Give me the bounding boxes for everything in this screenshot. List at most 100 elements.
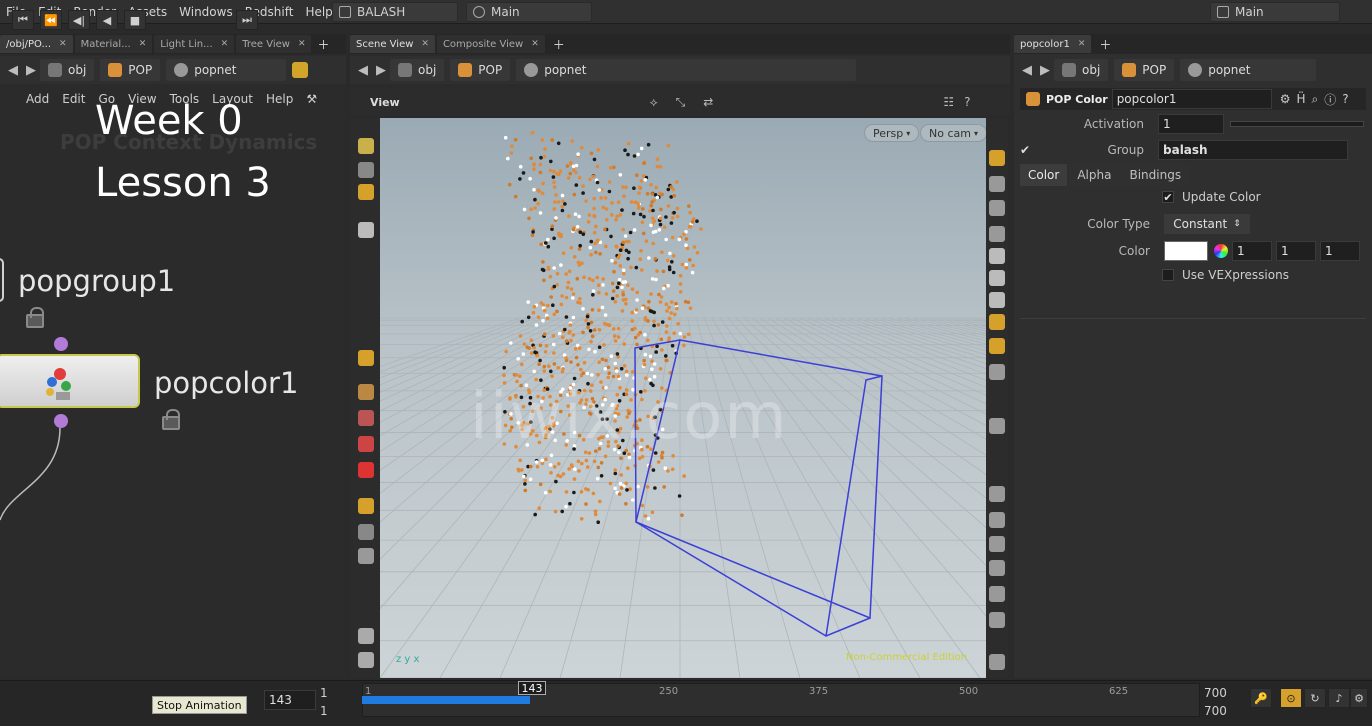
ghost-icon[interactable] (989, 226, 1005, 242)
view-tool-icon[interactable] (358, 524, 374, 540)
settings-icon[interactable]: ⚙ (1350, 688, 1368, 708)
menu-edit[interactable]: Edit (62, 92, 85, 106)
headlight-icon[interactable] (989, 292, 1005, 308)
breadcrumb-popnet[interactable]: popnet (516, 59, 857, 81)
arrow-tool-icon[interactable] (358, 222, 374, 238)
search-icon[interactable]: ⌕ (1311, 92, 1318, 107)
hscript-icon[interactable]: Ḧ (1296, 92, 1305, 106)
camera-menu[interactable]: No cam ▾ (920, 124, 987, 142)
start-frame-top[interactable]: 1 (320, 686, 328, 700)
corner-icon[interactable] (989, 536, 1005, 552)
more-icon[interactable] (989, 654, 1005, 670)
use-vex-checkbox[interactable] (1162, 269, 1174, 281)
menu-add[interactable]: Add (26, 92, 49, 106)
light-icon[interactable] (989, 270, 1005, 286)
tab-composite-view[interactable]: Composite View ✕ (436, 35, 545, 53)
transform-icon[interactable]: ⇄ (703, 95, 713, 109)
back-arrow-icon[interactable]: ◀ (4, 61, 22, 79)
audio-icon[interactable]: ♪ (1328, 688, 1350, 708)
magnet-icon[interactable] (358, 462, 374, 478)
wire-icon[interactable] (989, 314, 1005, 330)
handle-tool-icon[interactable] (358, 350, 374, 366)
activation-field[interactable]: 1 (1158, 114, 1224, 134)
lock-camera-icon[interactable] (989, 200, 1005, 216)
breadcrumb-obj[interactable]: obj (1054, 59, 1109, 81)
popgroup-node[interactable] (0, 258, 4, 302)
tab-color[interactable]: Color (1020, 164, 1068, 186)
group-field[interactable]: balash (1158, 140, 1348, 160)
tab-light-linker[interactable]: Light Lin... ✕ (154, 35, 235, 53)
back-arrow-icon[interactable]: ◀ (354, 61, 372, 79)
persp-menu[interactable]: Persp ▾ (864, 124, 920, 142)
current-frame-field[interactable]: 143 (264, 690, 316, 710)
update-color-checkbox[interactable]: ✔ (1162, 191, 1174, 204)
wrench-icon[interactable]: ⚒ (306, 92, 317, 106)
snap-point-icon[interactable] (358, 410, 374, 426)
info-icon[interactable]: ⓘ (1324, 91, 1336, 108)
right-desk-selector[interactable]: Main (1210, 2, 1340, 22)
menu-windows[interactable]: Windows (173, 5, 239, 19)
add-tab-icon[interactable]: ＋ (317, 36, 329, 53)
jump-end-icon[interactable]: ⏭ (236, 10, 258, 30)
sphere-icon[interactable] (989, 248, 1005, 264)
step-back-icon[interactable]: ◀| (68, 10, 90, 30)
forward-arrow-icon[interactable]: ▶ (1036, 61, 1054, 79)
rotate-tool-icon[interactable] (358, 184, 374, 200)
loop-icon[interactable]: ↻ (1304, 688, 1326, 708)
popcolor-node[interactable] (0, 354, 140, 408)
forward-arrow-icon[interactable]: ▶ (372, 61, 390, 79)
realtime-icon[interactable]: ⊙ (1280, 688, 1302, 708)
group-toggle-icon[interactable]: ✔ (1020, 143, 1034, 157)
solid-icon[interactable] (989, 338, 1005, 354)
breadcrumb-obj[interactable]: obj (390, 59, 445, 81)
snap-icon[interactable]: ⟡ (650, 95, 658, 110)
input-port[interactable] (54, 337, 68, 351)
step-back-key-icon[interactable]: ⏪ (40, 10, 62, 30)
close-icon[interactable]: ✕ (59, 39, 67, 49)
render-region-icon[interactable] (358, 628, 374, 644)
bone-icon[interactable] (989, 512, 1005, 528)
close-icon[interactable]: ✕ (139, 39, 147, 49)
activation-slider[interactable] (1230, 121, 1364, 127)
help-icon[interactable]: ? (1342, 92, 1348, 106)
breadcrumb-popnet[interactable]: popnet (1180, 59, 1317, 81)
breadcrumb-pop[interactable]: POP (1114, 59, 1175, 81)
color-g-field[interactable]: 1 (1276, 241, 1316, 261)
capture-icon[interactable] (358, 652, 374, 668)
end-frame-top[interactable]: 700 (1204, 686, 1227, 700)
scene-selector[interactable]: Main (466, 2, 592, 22)
key-icon[interactable]: 🔑 (1250, 688, 1272, 708)
desktop-selector[interactable]: BALASH (332, 2, 458, 22)
display-options-icon[interactable]: ☷ (943, 95, 954, 109)
select-tool-icon[interactable] (358, 138, 374, 154)
timeline-cursor[interactable]: 143 (518, 681, 546, 695)
start-frame-bottom[interactable]: 1 (320, 704, 328, 718)
tab-tree-view[interactable]: Tree View ✕ (236, 35, 312, 53)
select-icon[interactable]: ⤡ (676, 95, 686, 110)
breadcrumb-obj[interactable]: obj (40, 59, 95, 81)
tab-material[interactable]: Material... ✕ (74, 35, 153, 53)
color-wheel-icon[interactable] (1214, 244, 1228, 258)
gear-icon[interactable]: ⚙ (1280, 92, 1291, 106)
close-icon[interactable]: ✕ (221, 39, 229, 49)
color-type-select[interactable]: Constant ⇕ (1164, 214, 1250, 234)
breadcrumb-popnet[interactable]: popnet (166, 59, 287, 81)
grid-icon[interactable] (989, 560, 1005, 576)
vectors-icon[interactable] (989, 486, 1005, 502)
lock-icon[interactable] (162, 409, 180, 430)
end-frame-bottom[interactable]: 700 (1204, 704, 1227, 718)
close-icon[interactable]: ✕ (531, 39, 539, 49)
tab-bindings[interactable]: Bindings (1121, 164, 1190, 186)
pose-tool-icon[interactable] (358, 498, 374, 514)
play-reverse-icon[interactable]: ◀ (96, 10, 118, 30)
tab-alpha[interactable]: Alpha (1069, 164, 1120, 186)
close-icon[interactable]: ✕ (1078, 39, 1086, 49)
move-tool-icon[interactable] (358, 162, 374, 178)
display-icon[interactable] (989, 150, 1005, 166)
lock-icon[interactable] (26, 307, 44, 328)
node-name-field[interactable]: popcolor1 (1111, 89, 1272, 109)
tab-popcolor1[interactable]: popcolor1 ✕ (1014, 35, 1092, 53)
add-tab-icon[interactable]: ＋ (1099, 36, 1111, 53)
close-icon[interactable]: ✕ (298, 39, 306, 49)
normals-icon[interactable] (989, 418, 1005, 434)
